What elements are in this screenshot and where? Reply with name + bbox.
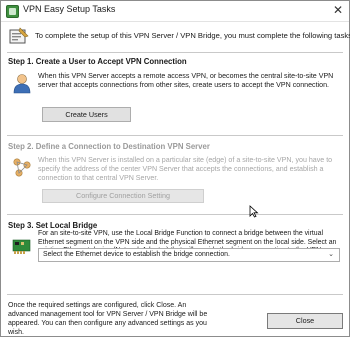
title-bar: VPN Easy Setup Tasks ✕ xyxy=(1,1,349,22)
divider xyxy=(7,294,343,295)
tasks-icon xyxy=(9,27,29,44)
user-icon xyxy=(13,74,31,94)
step3-title: Step 3. Set Local Bridge xyxy=(8,221,98,230)
step1-description: When this VPN Server accepts a remote ac… xyxy=(38,72,334,90)
step1-title: Step 1. Create a User to Accept VPN Conn… xyxy=(8,57,187,66)
ethernet-device-select[interactable]: Select the Ethernet device to establish … xyxy=(38,248,340,262)
chevron-down-icon: ⌄ xyxy=(328,251,334,258)
create-users-button[interactable]: Create Users xyxy=(42,107,131,122)
network-icon xyxy=(13,158,31,177)
configure-connection-setting-button[interactable]: Configure Connection Setting xyxy=(42,189,204,203)
app-icon xyxy=(6,5,19,18)
divider xyxy=(7,214,343,215)
mouse-cursor-icon xyxy=(249,205,259,218)
step2-title: Step 2. Define a Connection to Destinati… xyxy=(8,142,210,151)
intro-text: To complete the setup of this VPN Server… xyxy=(35,31,350,40)
network-adapter-icon xyxy=(12,239,31,254)
footer-text: Once the required settings are configure… xyxy=(8,302,208,336)
vpn-easy-setup-window: VPN Easy Setup Tasks ✕ To complete the s… xyxy=(0,0,350,337)
divider xyxy=(7,135,343,136)
window-title: VPN Easy Setup Tasks xyxy=(23,4,116,14)
step2-description: When this VPN Server is installed on a p… xyxy=(38,156,333,183)
close-button[interactable]: Close xyxy=(267,313,343,329)
divider xyxy=(7,52,343,53)
window-close-icon[interactable]: ✕ xyxy=(333,3,343,17)
select-value: Select the Ethernet device to establish … xyxy=(43,251,230,258)
